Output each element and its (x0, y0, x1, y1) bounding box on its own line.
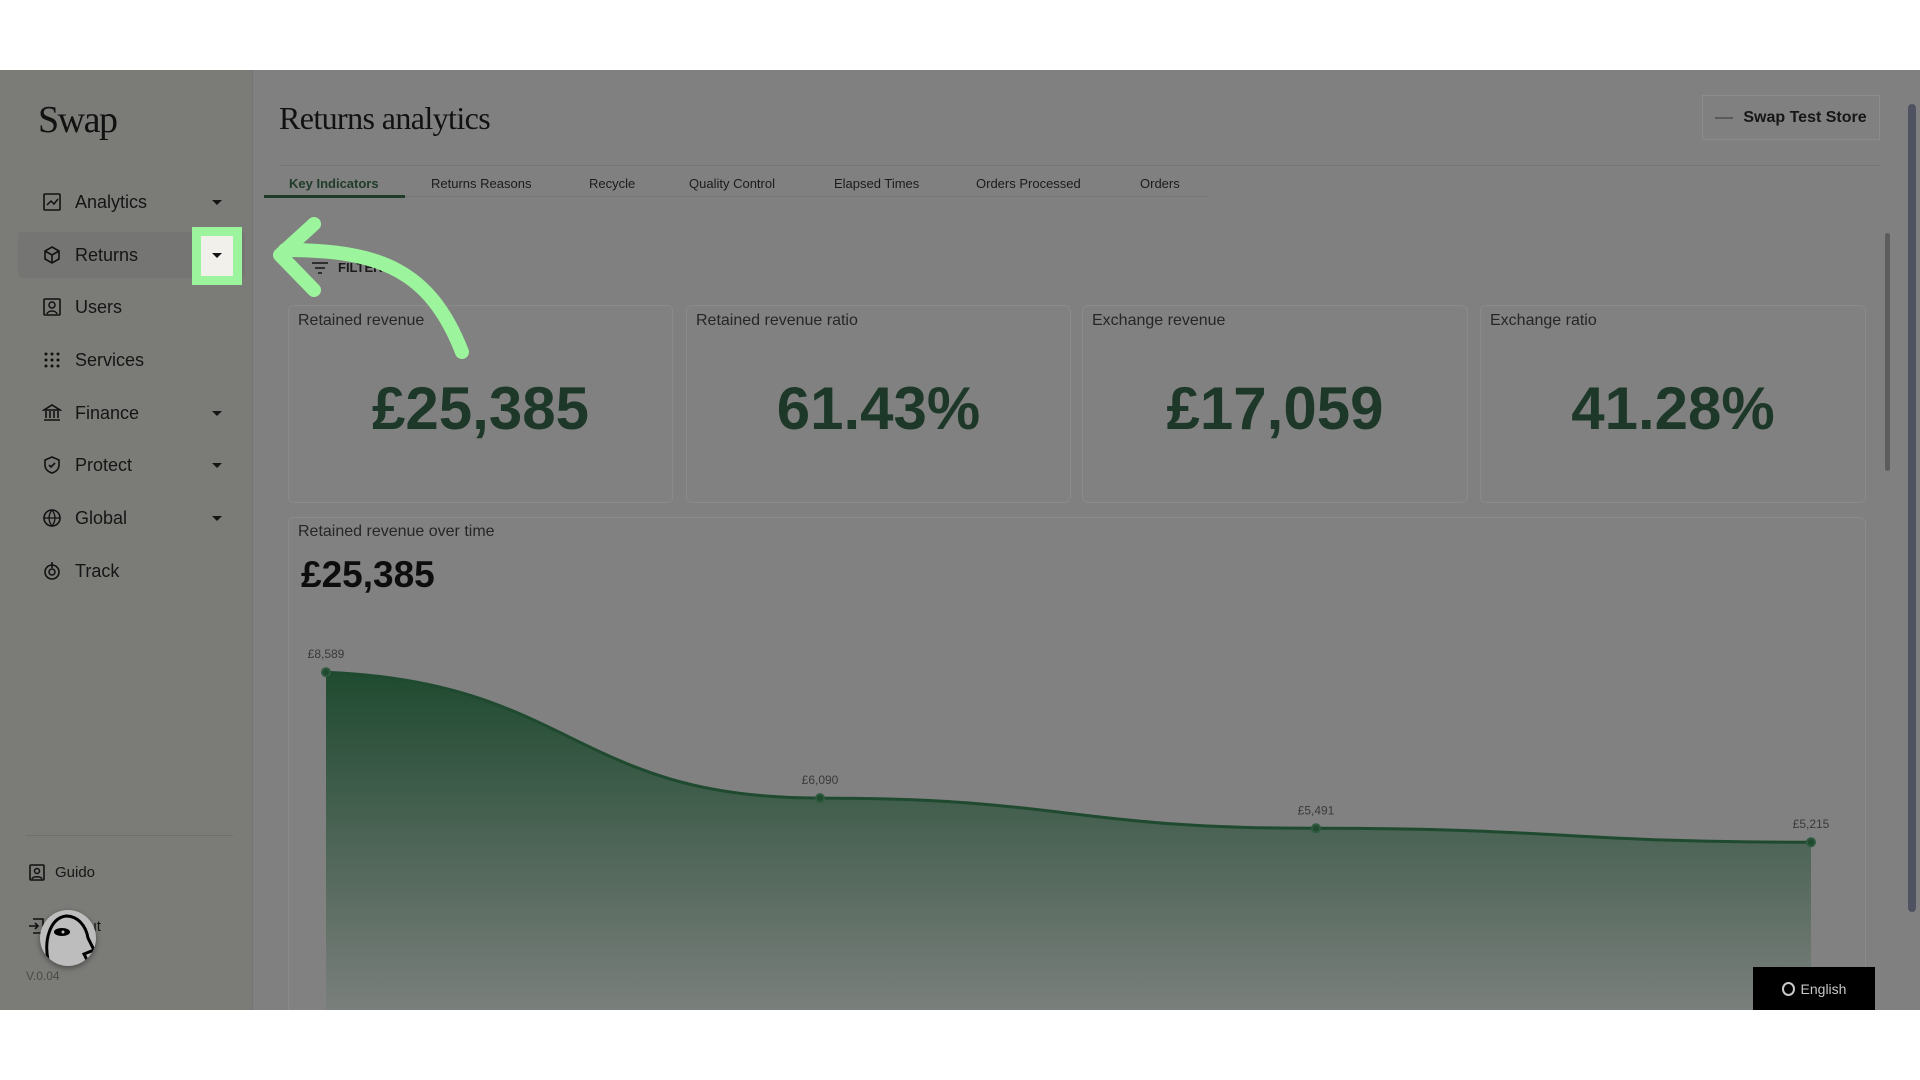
page-scrollbar[interactable] (1908, 104, 1916, 912)
chart-point (1311, 823, 1321, 834)
app-window: Swap Analytics Returns Users Services Financ… (0, 70, 1920, 1010)
content-scrollbar[interactable] (1885, 233, 1890, 471)
globe-icon (1781, 981, 1795, 996)
language-label: English (1800, 980, 1847, 997)
data-label: £5,215 (1793, 817, 1830, 831)
chart-point (815, 793, 825, 804)
data-label: £8,589 (308, 647, 345, 661)
chart-point (321, 667, 331, 678)
data-label: £6,090 (802, 773, 839, 787)
data-label: £5,491 (1298, 803, 1335, 817)
area-chart: £8,589 £6,090 £5,491 £5,215 (308, 647, 1830, 1010)
language-button[interactable]: English (1753, 967, 1875, 1010)
chart-point (1806, 837, 1816, 848)
chart-area (326, 672, 1811, 1010)
